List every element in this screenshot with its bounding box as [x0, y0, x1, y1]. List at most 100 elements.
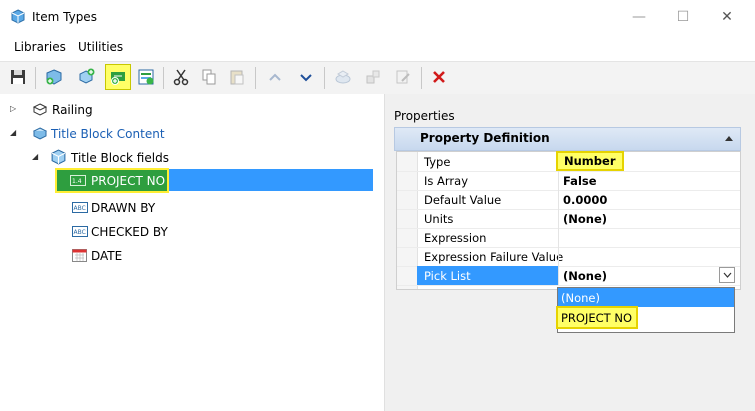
property-name: Default Value [424, 193, 502, 207]
svg-text:1.4: 1.4 [72, 178, 82, 185]
item-type-icon [51, 149, 66, 165]
edit-icon [396, 70, 410, 84]
chevron-down-icon [723, 272, 732, 278]
tree-item-label: Title Block fields [71, 151, 169, 165]
new-library-button[interactable] [42, 65, 66, 89]
item-types-app-icon [11, 9, 25, 24]
cut-button[interactable] [169, 65, 193, 89]
collapse-arrow-icon[interactable]: ◢ [10, 128, 16, 137]
copy-icon [202, 69, 216, 85]
menu-libraries[interactable]: Libraries [14, 40, 66, 54]
column-divider [558, 190, 559, 209]
import-icon [138, 69, 154, 85]
detach-button[interactable] [361, 65, 385, 89]
property-value-default-value[interactable]: 0.0000 [563, 193, 607, 207]
number-property-icon: 1.4 [70, 175, 86, 186]
picklist-dropdown: (None) PROJECT NO [556, 287, 735, 333]
property-value-is-array[interactable]: False [563, 174, 597, 188]
picklist-option-label: (None) [561, 291, 600, 305]
move-down-button[interactable] [294, 65, 318, 89]
property-name: Units [424, 212, 454, 226]
toolbar-separator [163, 67, 164, 89]
string-property-icon: ABC [72, 202, 88, 213]
property-row-units[interactable]: Units (None) [397, 209, 740, 229]
new-property-icon [111, 72, 125, 85]
item-type-icon [32, 103, 48, 116]
maximize-button[interactable]: ☐ [672, 6, 694, 28]
tree-item-label: Title Block Content [51, 127, 165, 141]
column-divider [558, 171, 559, 190]
move-down-icon [300, 74, 312, 82]
picklist-option-project-no[interactable]: PROJECT NO [556, 306, 638, 329]
move-up-button[interactable] [263, 65, 287, 89]
toolbar-separator [255, 67, 256, 89]
svg-text:ABC: ABC [74, 229, 86, 236]
column-divider [558, 228, 559, 247]
detach-icon [366, 70, 380, 84]
tree-item-project-no[interactable]: 1.4 PROJECT NO [55, 168, 169, 193]
property-value-type[interactable]: Number [556, 151, 624, 171]
collapse-section-icon[interactable] [724, 134, 734, 142]
save-button[interactable] [6, 65, 30, 89]
tree-item-label: PROJECT NO [91, 174, 166, 188]
property-name: Type [424, 155, 451, 169]
minimize-button[interactable]: — [628, 6, 650, 28]
copy-button[interactable] [197, 65, 221, 89]
tree-item-label: DRAWN BY [91, 201, 156, 215]
calendar-icon [72, 249, 87, 262]
property-name: Expression [424, 231, 487, 245]
title-bar: Item Types — ☐ ✕ [0, 0, 755, 34]
library-icon [32, 127, 48, 140]
property-value-units[interactable]: (None) [563, 212, 607, 226]
tree-item-label: CHECKED BY [91, 225, 168, 239]
property-row-type[interactable]: Type Number [397, 151, 740, 172]
string-property-icon: ABC [72, 226, 88, 237]
picklist-option-none[interactable]: (None) [558, 288, 734, 307]
property-definition-title: Property Definition [420, 131, 550, 145]
property-name: Expression Failure Value [424, 250, 564, 264]
toolbar-separator [35, 67, 36, 89]
delete-icon [433, 71, 445, 83]
toolbar-separator [421, 67, 422, 89]
menu-utilities[interactable]: Utilities [78, 40, 123, 54]
column-divider [558, 266, 559, 285]
import-button[interactable] [134, 65, 158, 89]
property-name: Pick List [424, 269, 471, 283]
new-property-button[interactable] [105, 64, 131, 90]
new-library-icon [46, 69, 62, 85]
properties-label: Properties [394, 109, 455, 123]
edit-button[interactable] [391, 65, 415, 89]
property-value-pick-list[interactable]: (None) [563, 269, 607, 283]
cut-icon [173, 69, 189, 86]
attach-icon [335, 70, 351, 84]
property-row-default-value[interactable]: Default Value 0.0000 [397, 190, 740, 210]
menu-bar: Libraries Utilities [0, 34, 755, 60]
property-name: Is Array [424, 174, 469, 188]
toolbar-separator [324, 67, 325, 89]
tree-item-label: Railing [52, 103, 93, 117]
picklist-dropdown-button[interactable] [719, 267, 735, 283]
attach-button[interactable] [331, 65, 355, 89]
close-window-button[interactable]: ✕ [716, 6, 738, 28]
toolbar [0, 61, 755, 95]
paste-button[interactable] [225, 65, 249, 89]
column-divider [558, 209, 559, 228]
window-title: Item Types [32, 10, 97, 24]
item-type-tree: ▷ Railing ◢ Title Block Content ◢ Title … [0, 94, 384, 411]
property-row-expression-failure-value[interactable]: Expression Failure Value [397, 247, 740, 267]
move-up-icon [269, 73, 281, 81]
property-row-pick-list[interactable]: Pick List (None) [397, 266, 740, 286]
picklist-option-label: PROJECT NO [561, 311, 632, 325]
expand-arrow-icon[interactable]: ▷ [10, 104, 16, 113]
new-item-type-icon [79, 68, 95, 84]
save-icon [11, 70, 25, 84]
collapse-arrow-icon[interactable]: ◢ [32, 152, 38, 161]
paste-icon [230, 70, 244, 85]
new-item-type-button[interactable] [74, 65, 98, 89]
tree-item-label: DATE [91, 249, 123, 263]
property-grid: Type Number Is Array False Default Value… [396, 151, 741, 290]
svg-text:ABC: ABC [74, 205, 86, 212]
property-row-is-array[interactable]: Is Array False [397, 171, 740, 191]
property-row-expression[interactable]: Expression [397, 228, 740, 248]
delete-button[interactable] [427, 65, 451, 89]
